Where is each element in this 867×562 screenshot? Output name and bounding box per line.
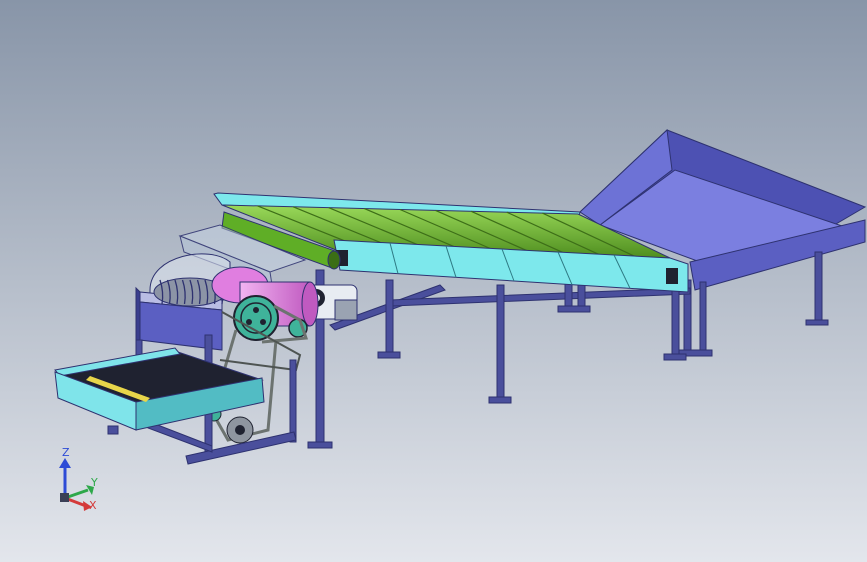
frame-leg	[496, 284, 505, 402]
viewport-background	[0, 0, 867, 562]
machine-leg	[289, 359, 297, 443]
z-axis-label: Z	[62, 446, 70, 459]
hopper-leg	[699, 281, 707, 357]
frame-leg	[385, 279, 394, 357]
x-axis-label: X	[89, 499, 97, 512]
frame-leg	[671, 287, 680, 359]
frame-foot	[663, 353, 687, 361]
frame-foot	[557, 305, 591, 313]
polishing-drum-end	[301, 281, 319, 327]
pulley-hole	[253, 307, 259, 313]
bearing-block	[666, 268, 678, 284]
motor-mount	[334, 299, 358, 321]
head-roller-end	[327, 250, 341, 270]
pulley-hole	[246, 319, 252, 325]
triad-origin	[60, 493, 69, 502]
pulley-hole	[260, 319, 266, 325]
gear-motor-hub	[235, 425, 245, 435]
tray-handle	[107, 425, 119, 435]
cad-viewport[interactable]: Z Y X	[0, 0, 867, 562]
frame-foot	[307, 441, 333, 449]
y-axis-label: Y	[90, 476, 98, 489]
model-canvas[interactable]: Z Y X	[0, 0, 867, 562]
hopper-leg	[814, 251, 823, 325]
frame-foot	[488, 396, 512, 404]
frame-foot	[377, 351, 401, 359]
hopper-leg-foot	[805, 319, 829, 326]
